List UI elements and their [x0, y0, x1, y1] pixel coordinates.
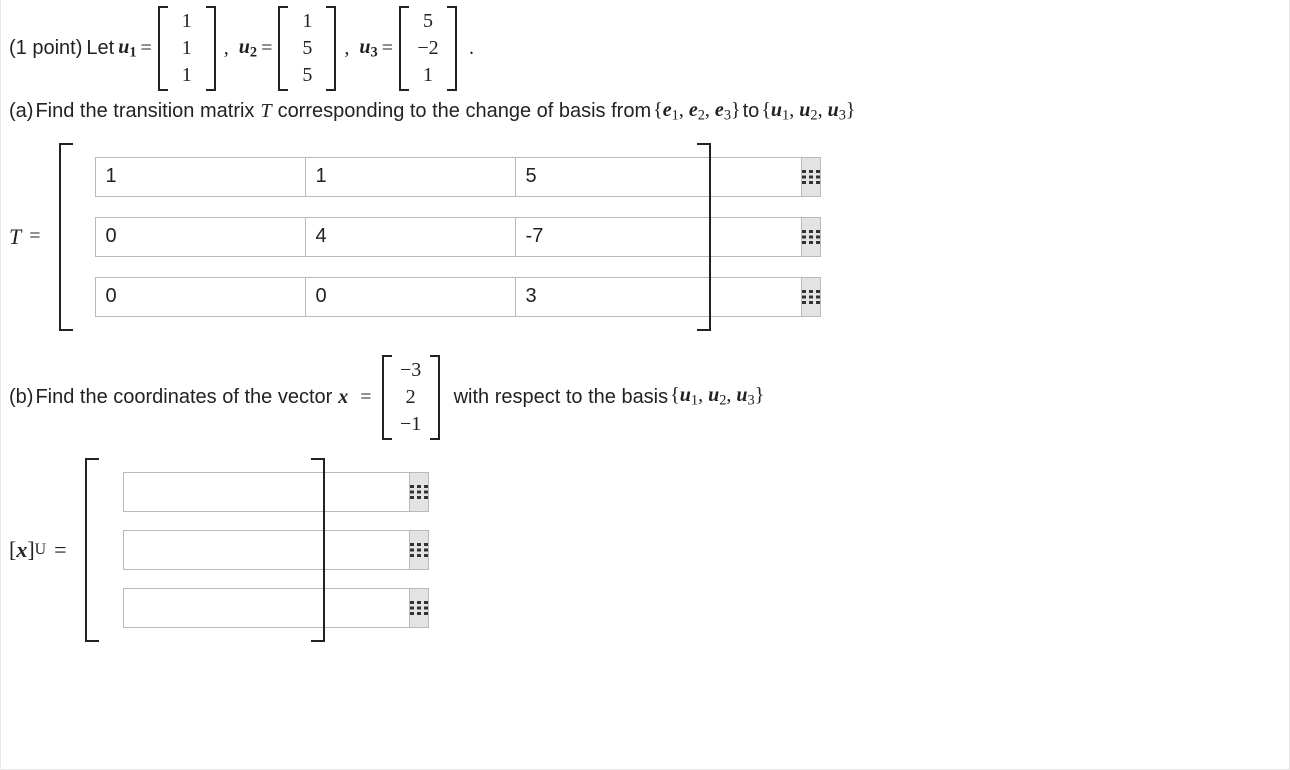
T-input-2-3[interactable] — [515, 217, 801, 257]
xU-row-2 — [123, 530, 293, 570]
keypad-icon[interactable] — [801, 157, 821, 197]
xU-row-3 — [123, 588, 293, 628]
vector-definitions: (1 point) Let u1 = 1 1 1 , u2 = 1 5 — [9, 6, 1281, 91]
T-cell-1-1 — [95, 157, 265, 197]
part-a-question: (a) Find the transition matrix T corresp… — [9, 99, 1281, 125]
points-label: (1 point) — [9, 37, 82, 60]
part-a-text2: corresponding to the change of basis fro… — [278, 100, 652, 123]
xU-input-2[interactable] — [123, 530, 409, 570]
u1-entry-3: 1 — [176, 62, 198, 89]
part-a-text1: Find the transition matrix — [35, 100, 254, 123]
T-cell-1-2 — [305, 157, 475, 197]
xU-input-3[interactable] — [123, 588, 409, 628]
T-row-2 — [95, 217, 685, 257]
xU-lhs: [x]U = — [9, 537, 75, 563]
u1-entry-2: 1 — [176, 35, 198, 62]
u3-vector: 5 −2 1 — [399, 6, 457, 91]
T-answer-row: T = — [9, 143, 1281, 331]
x-entry-3: −1 — [400, 411, 422, 438]
T-input-1-3[interactable] — [515, 157, 801, 197]
u3-entry-1: 5 — [417, 8, 439, 35]
T-cell-3-3 — [515, 277, 685, 317]
T-cell-2-2 — [305, 217, 475, 257]
u1-entry-1: 1 — [176, 8, 198, 35]
T-row-1 — [95, 157, 685, 197]
equals-x: = — [354, 386, 377, 409]
sep-comma-1: , — [222, 37, 235, 60]
equals-2: = — [261, 37, 272, 60]
problem-page: (1 point) Let u1 = 1 1 1 , u2 = 1 5 — [0, 0, 1290, 770]
T-lhs: T = — [9, 224, 49, 250]
x-symbol: x — [334, 386, 352, 409]
part-b-text1: Find the coordinates of the vector — [35, 386, 332, 409]
period-1: . — [463, 37, 474, 60]
part-a-label: (a) — [9, 100, 33, 123]
T-cell-1-3 — [515, 157, 685, 197]
x-entry-1: −3 — [400, 357, 422, 384]
xU-answer-row: [x]U = — [9, 458, 1281, 642]
keypad-icon[interactable] — [801, 277, 821, 317]
xU-cell-2 — [123, 530, 293, 570]
let-text: Let — [86, 37, 114, 60]
u1-vector: 1 1 1 — [158, 6, 216, 91]
T-row-3 — [95, 277, 685, 317]
T-cell-2-1 — [95, 217, 265, 257]
u3-entry-3: 1 — [417, 62, 439, 89]
keypad-icon[interactable] — [409, 530, 429, 570]
equals-3: = — [382, 37, 393, 60]
equals-1: = — [141, 37, 152, 60]
part-a-text3: to — [743, 100, 760, 123]
part-b-text2: with respect to the basis — [444, 386, 669, 409]
u1-symbol: u1 — [118, 36, 136, 62]
xU-vector — [85, 458, 325, 642]
basis-e-set: {e1, e2, e3} — [653, 99, 741, 125]
u2-entry-1: 1 — [296, 8, 318, 35]
xU-cell-3 — [123, 588, 293, 628]
u2-entry-3: 5 — [296, 62, 318, 89]
u2-vector: 1 5 5 — [278, 6, 336, 91]
x-entry-2: 2 — [400, 384, 422, 411]
T-input-3-3[interactable] — [515, 277, 801, 317]
keypad-icon[interactable] — [801, 217, 821, 257]
part-b-question: (b) Find the coordinates of the vector x… — [9, 355, 1281, 440]
basis-u-set-b: {u1, u2, u3} — [670, 384, 764, 410]
u3-symbol: u3 — [359, 36, 377, 62]
T-cell-3-1 — [95, 277, 265, 317]
xU-input-1[interactable] — [123, 472, 409, 512]
xU-row-1 — [123, 472, 293, 512]
u2-entry-2: 5 — [296, 35, 318, 62]
x-vector: −3 2 −1 — [382, 355, 440, 440]
T-cell-2-3 — [515, 217, 685, 257]
keypad-icon[interactable] — [409, 472, 429, 512]
sep-comma-2: , — [342, 37, 355, 60]
basis-u-set-a: {u1, u2, u3} — [761, 99, 855, 125]
T-cell-3-2 — [305, 277, 475, 317]
part-b-label: (b) — [9, 386, 33, 409]
T-symbol-inline: T — [256, 100, 275, 123]
keypad-icon[interactable] — [409, 588, 429, 628]
xU-cell-1 — [123, 472, 293, 512]
u3-entry-2: −2 — [417, 35, 439, 62]
T-matrix — [59, 143, 711, 331]
u2-symbol: u2 — [239, 36, 257, 62]
